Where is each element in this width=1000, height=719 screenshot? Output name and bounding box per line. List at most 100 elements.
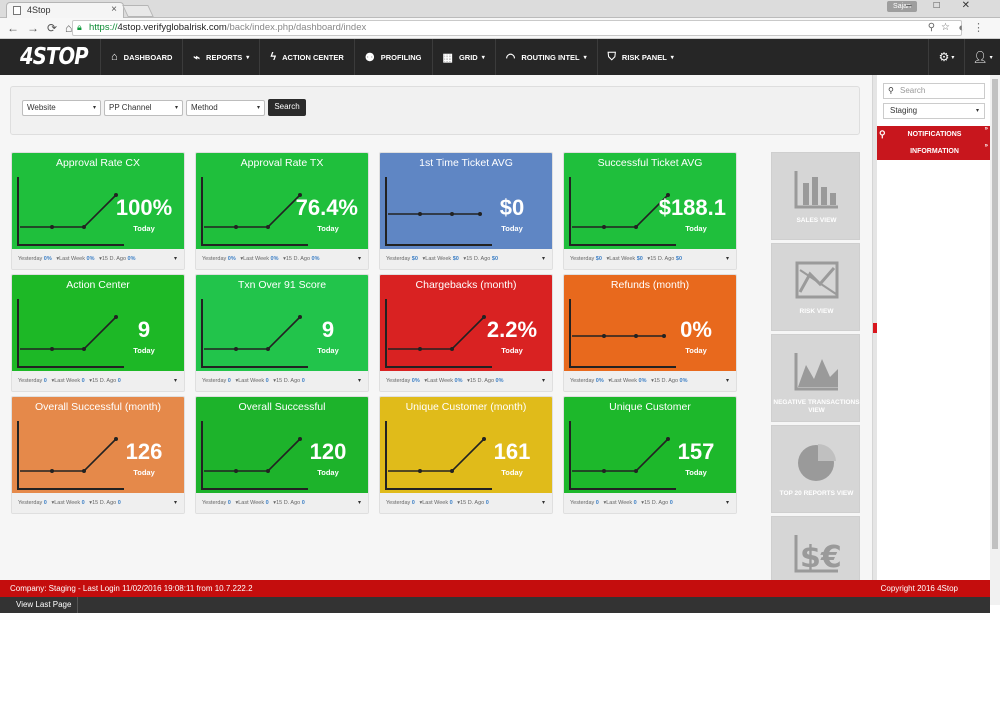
caret-down-icon: ▾ — [670, 54, 674, 61]
dropdown-caret-icon[interactable]: ▾ — [174, 493, 177, 513]
nav-item-routing-intel[interactable]: ◠ ROUTING INTEL ▾ — [494, 39, 597, 75]
kpi-tile[interactable]: Unique Customer 157 Today Yesterday 0 ▾ Last… — [563, 396, 737, 514]
yesterday-value: 0 — [43, 378, 47, 384]
dropdown-caret-icon[interactable]: ▾ — [358, 249, 361, 269]
kpi-tile[interactable]: 1st Time Ticket AVG $0 Today Yesterday $0 ▾… — [379, 152, 553, 270]
kpi-tile[interactable]: Chargebacks (month) 2.2% Today Yesterday 0%… — [379, 274, 553, 392]
nav-item-label: GRID — [458, 52, 478, 62]
settings-gear-icon[interactable]: ⚙ ▾ — [928, 39, 964, 75]
dropdown-caret-icon[interactable]: ▾ — [542, 493, 545, 513]
chevron-down-icon: ▾ — [256, 105, 260, 111]
url-host: 4stop.verifyglobalrisk.com — [117, 22, 227, 33]
zoom-star-icons[interactable]: ⚲☆ — [928, 21, 956, 35]
yesterday-value: 0% — [411, 378, 420, 384]
fifteen-days-value: 0 — [117, 378, 121, 384]
last-week-value: 0% — [86, 256, 95, 262]
kpi-tile-value: 9 — [137, 317, 151, 342]
kpi-tile-header: Overall Successful 120 Today — [196, 397, 368, 493]
information-panel-button[interactable]: INFORMATION » — [877, 143, 992, 160]
kpi-tile[interactable]: Overall Successful (month) 126 Today Yester… — [11, 396, 185, 514]
yesterday-label: Yesterday — [18, 378, 43, 384]
view-shortcut-sales-view[interactable]: SALES VIEW — [771, 152, 860, 240]
logo[interactable]: 4STOP — [20, 44, 89, 70]
method-select[interactable]: Method ▾ — [186, 100, 265, 116]
kpi-tile[interactable]: Approval Rate CX 100% Today Yesterday 0% ▾ L… — [11, 152, 185, 270]
kpi-tile[interactable]: Action Center 9 Today Yesterday 0 ▾ Last Wee… — [11, 274, 185, 392]
kpi-tile-header: Chargebacks (month) 2.2% Today — [380, 275, 552, 371]
view-last-page-button[interactable]: View Last Page — [10, 597, 79, 613]
browser-menu-icons[interactable]: ◐⋮ — [958, 21, 992, 34]
scrollbar-thumb[interactable] — [992, 79, 998, 549]
kpi-tile-period: Today — [685, 346, 707, 355]
yesterday-label: Yesterday — [386, 256, 411, 262]
user-icon[interactable]: 👤︎ ▾ — [964, 39, 1000, 75]
view-shortcut-top-20-reports-view[interactable]: TOP 20 REPORTS VIEW — [771, 425, 860, 513]
bottom-bar: View Last Page — [0, 597, 990, 613]
fifteen-days-value: 0 — [301, 378, 305, 384]
nav-right: ⚙ ▾ 👤︎ ▾ — [928, 39, 1000, 75]
kpi-tile-header: Refunds (month) 0% Today — [564, 275, 736, 371]
kpi-tile-header: Approval Rate CX 100% Today — [12, 153, 184, 249]
nav-item-risk-panel[interactable]: ⛉ RISK PANEL ▾ — [596, 39, 684, 75]
bolt-icon: ϟ — [270, 51, 277, 63]
dropdown-caret-icon[interactable]: ▾ — [542, 249, 545, 269]
browser-tab-strip: 4Stop × Sajan –□✕ — [0, 0, 1000, 18]
kpi-tile[interactable]: Overall Successful 120 Today Yesterday 0 ▾ L… — [195, 396, 369, 514]
dropdown-caret-icon[interactable]: ▾ — [726, 371, 729, 391]
company-select[interactable]: Staging ▾ — [883, 103, 985, 119]
new-tab-button[interactable] — [122, 5, 154, 17]
nav-item-label: ROUTING INTEL — [521, 52, 580, 62]
panel-search-input[interactable]: ⚲ Search — [883, 83, 985, 99]
fifteen-days-value: $0 — [675, 256, 683, 262]
fifteen-days-label: 15 D. Ago — [92, 378, 117, 384]
view-shortcut-negative-transactions-view[interactable]: NEGATIVE TRANSACTIONS VIEW — [771, 334, 860, 422]
yesterday-value: $0 — [595, 256, 602, 262]
kpi-tile[interactable]: Refunds (month) 0% Today Yesterday 0% ▾ Last… — [563, 274, 737, 392]
last-week-label: Last Week — [238, 500, 265, 506]
kpi-tile[interactable]: Txn Over 91 Score 9 Today Yesterday 0 ▾ Last… — [195, 274, 369, 392]
last-week-value: 0% — [270, 256, 279, 262]
yesterday-label: Yesterday — [202, 378, 227, 384]
tab-title: 4Stop — [27, 5, 51, 15]
kpi-tile-value: $188.1 — [658, 195, 726, 220]
website-select[interactable]: Website ▾ — [22, 100, 101, 116]
nav-item-label: PROFILING — [380, 52, 422, 62]
url-bar[interactable]: 🔒︎ https://4stop.verifyglobalrisk.com/ba… — [72, 20, 962, 36]
panel-toggle-handle[interactable] — [873, 323, 877, 333]
close-tab-icon[interactable]: × — [111, 3, 117, 17]
browser-nav-buttons[interactable]: ←→⟳⌂ — [7, 21, 80, 35]
dropdown-caret-icon[interactable]: ▾ — [358, 371, 361, 391]
kpi-tile-header: Overall Successful (month) 126 Today — [12, 397, 184, 493]
last-week-label: Last Week — [54, 500, 81, 506]
company-select-value: Staging — [890, 106, 918, 115]
kpi-tile-title: Action Center — [66, 279, 130, 291]
page-scrollbar[interactable] — [990, 75, 1000, 605]
nav-item-dashboard[interactable]: ⌂ DASHBOARD — [100, 39, 182, 75]
view-shortcut-currency[interactable]: $€ — [771, 516, 860, 580]
nav-item-action-center[interactable]: ϟ ACTION CENTER — [259, 39, 354, 75]
dropdown-caret-icon[interactable]: ▾ — [726, 249, 729, 269]
nav-item-grid[interactable]: ▦ GRID ▾ — [431, 39, 495, 75]
fifteen-days-label: 15 D. Ago — [653, 378, 679, 384]
browser-tab[interactable]: 4Stop × — [6, 2, 124, 18]
last-week-label: Last Week — [427, 378, 453, 384]
pp-channel-select[interactable]: PP Channel ▾ — [104, 100, 183, 116]
notifications-panel-button[interactable]: ⚲ NOTIFICATIONS » — [877, 126, 992, 143]
dropdown-caret-icon[interactable]: ▾ — [726, 493, 729, 513]
kpi-tile[interactable]: Successful Ticket AVG $188.1 Today Yesterda… — [563, 152, 737, 270]
dropdown-caret-icon[interactable]: ▾ — [174, 249, 177, 269]
last-week-label: Last Week — [422, 500, 449, 506]
yesterday-label: Yesterday — [18, 500, 43, 506]
dropdown-caret-icon[interactable]: ▾ — [174, 371, 177, 391]
kpi-tile[interactable]: Approval Rate TX 76.4% Today Yesterday 0% ▾… — [195, 152, 369, 270]
nav-item-label: REPORTS — [206, 52, 243, 62]
kpi-tile[interactable]: Unique Customer (month) 161 Today Yesterday… — [379, 396, 553, 514]
dropdown-caret-icon[interactable]: ▾ — [358, 493, 361, 513]
window-controls[interactable]: –□✕ — [906, 0, 992, 11]
dropdown-caret-icon[interactable]: ▾ — [542, 371, 545, 391]
view-shortcut-risk-view[interactable]: RISK VIEW — [771, 243, 860, 331]
search-button[interactable]: Search — [268, 99, 306, 116]
filter-bar: Website ▾ PP Channel ▾ Method ▾ Search — [10, 86, 860, 135]
nav-item-reports[interactable]: ⌁ REPORTS ▾ — [182, 39, 259, 75]
nav-item-profiling[interactable]: ⚉ PROFILING — [353, 39, 432, 75]
